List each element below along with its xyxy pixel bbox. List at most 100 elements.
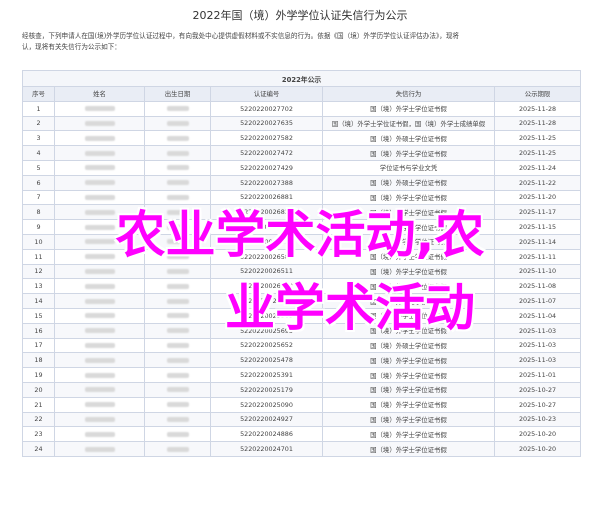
cell-number: 22 bbox=[22, 411, 55, 428]
redacted-mark bbox=[84, 254, 115, 260]
redacted-mark bbox=[84, 416, 115, 422]
page-title: 2022年国（境）外学学位认证失信行为公示 bbox=[192, 9, 408, 22]
redacted-mark bbox=[166, 283, 189, 289]
cell-birthdate bbox=[144, 248, 211, 265]
cell-cert-id: 5220220025478 bbox=[210, 352, 323, 369]
cell-number: 4 bbox=[22, 145, 55, 161]
redacted-mark bbox=[84, 120, 115, 126]
cell-violation: 国（境）外学士学位证书假 bbox=[322, 204, 495, 221]
cell-name bbox=[54, 100, 145, 117]
cell-cert-id: 5220220025391 bbox=[210, 367, 323, 383]
cell-number: 6 bbox=[22, 174, 55, 191]
cell-birthdate bbox=[144, 130, 211, 147]
cell-period: 2025-11-08 bbox=[493, 278, 582, 295]
cell-name bbox=[54, 174, 145, 191]
cell-birthdate bbox=[144, 307, 211, 324]
table-caption: 2022年公示 bbox=[21, 70, 582, 87]
cell-violation: 国（境）外学士学位证书假 bbox=[322, 322, 495, 339]
redacted-mark bbox=[84, 402, 115, 408]
table-row: 8 5220220026824 国（境）外学士学位证书假 2025-11-17 bbox=[22, 204, 582, 221]
cell-cert-id: 5220220024927 bbox=[210, 411, 323, 428]
redacted-mark bbox=[166, 402, 189, 408]
redacted-mark bbox=[166, 254, 189, 260]
cell-period: 2025-11-03 bbox=[493, 337, 582, 354]
cell-name bbox=[54, 381, 145, 398]
cell-period: 2025-11-25 bbox=[493, 145, 582, 161]
redacted-mark bbox=[84, 357, 115, 363]
cell-birthdate bbox=[144, 219, 211, 235]
cell-period: 2025-11-20 bbox=[493, 189, 582, 206]
cell-cert-id: 5220220026824 bbox=[210, 204, 323, 221]
cell-birthdate bbox=[144, 396, 211, 413]
table-row: 24 5220220024701 国（境）外学士学位证书假 2025-10-20 bbox=[22, 441, 582, 457]
cell-number: 5 bbox=[22, 159, 55, 176]
redacted-mark bbox=[166, 372, 189, 378]
table-row: 22 5220220024927 国（境）外学士学位证书假 2025-10-23 bbox=[22, 411, 582, 428]
col-header-period: 公示期限 bbox=[493, 86, 582, 102]
cell-name bbox=[54, 130, 145, 147]
cell-period: 2025-11-11 bbox=[493, 248, 582, 265]
redacted-mark bbox=[84, 165, 115, 171]
cell-name bbox=[54, 263, 145, 280]
col-header-violation: 失信行为 bbox=[322, 86, 495, 102]
redacted-mark bbox=[84, 431, 115, 437]
cell-violation: 学位证书与学业文凭 bbox=[322, 159, 495, 176]
cell-violation: 国（境）外学士学位证书假 bbox=[322, 381, 495, 398]
cell-number: 16 bbox=[22, 322, 55, 339]
cell-cert-id: 5220220026588 bbox=[210, 248, 323, 265]
cell-number: 9 bbox=[22, 219, 55, 235]
redacted-mark bbox=[84, 446, 115, 452]
cell-cert-id: 5220220026706 bbox=[210, 219, 323, 235]
cell-birthdate bbox=[144, 441, 211, 457]
cell-violation: 国（境）外学士学位证书假 bbox=[322, 352, 495, 369]
cell-violation: 国（境）外学士学位证书假 bbox=[322, 233, 495, 250]
redacted-mark bbox=[84, 328, 115, 334]
redacted-mark bbox=[84, 342, 115, 348]
cell-violation: 国（境）外学士学位证书假 bbox=[322, 219, 495, 235]
cell-number: 3 bbox=[22, 130, 55, 147]
cell-cert-id: 5220220027582 bbox=[210, 130, 323, 147]
redacted-mark bbox=[84, 239, 115, 245]
cell-violation: 国（境）外学士学位证书假 bbox=[322, 396, 495, 413]
cell-cert-id: 5220220027472 bbox=[210, 145, 323, 161]
cell-violation: 国（境）外学士学位证书假，国（境）外学士成绩单假 bbox=[322, 115, 495, 132]
table-row: 18 5220220025478 国（境）外学士学位证书假 2025-11-03 bbox=[22, 352, 582, 369]
cell-cert-id: 5220220024886 bbox=[210, 426, 323, 443]
redacted-mark bbox=[84, 224, 115, 230]
table-row: 15 5220220025969 国（境）外学士学位证书假 2025-11-04 bbox=[22, 307, 582, 324]
cell-violation: 国（境）外学士学位证书假 bbox=[322, 307, 495, 324]
cell-name bbox=[54, 337, 145, 354]
cell-number: 1 bbox=[22, 100, 55, 117]
table-row: 12 5220220026511 国（境）外学士学位证书假 2025-11-10 bbox=[22, 263, 582, 280]
cell-name bbox=[54, 248, 145, 265]
table-row: 10 5220220026610 国（境）外学士学位证书假 2025-11-14 bbox=[22, 233, 582, 250]
redacted-mark bbox=[84, 106, 115, 112]
cell-number: 2 bbox=[22, 115, 55, 132]
redacted-mark bbox=[166, 194, 189, 200]
cell-violation: 国（境）外学士学位证书假 bbox=[322, 293, 495, 309]
table-row: 19 5220220025391 国（境）外学士学位证书假 2025-11-01 bbox=[22, 367, 582, 383]
redacted-mark bbox=[166, 106, 189, 112]
intro-text: 经核查，下列申请人在国(境)外学历学位认证过程中，有向我处中心提供虚假材料或不实… bbox=[22, 31, 582, 53]
cell-name bbox=[54, 322, 145, 339]
cell-birthdate bbox=[144, 174, 211, 191]
cell-birthdate bbox=[144, 367, 211, 383]
cell-cert-id: 5220220027635 bbox=[210, 115, 323, 132]
cell-number: 7 bbox=[22, 189, 55, 206]
cell-number: 20 bbox=[22, 381, 55, 398]
cell-violation: 国（境）外学士学位证书假 bbox=[322, 411, 495, 428]
cell-number: 8 bbox=[22, 204, 55, 221]
cell-violation: 国（境）外硕士学位证书假 bbox=[322, 337, 495, 354]
cell-cert-id: 5220220025090 bbox=[210, 396, 323, 413]
redacted-mark bbox=[84, 268, 115, 274]
cell-number: 23 bbox=[22, 426, 55, 443]
cell-period: 2025-11-04 bbox=[493, 307, 582, 324]
cell-cert-id: 5220220026215 bbox=[210, 293, 323, 309]
table-body: 1 5220220027702 国（境）外学士学位证书假 2025-11-28 2 522… bbox=[22, 100, 582, 457]
cell-period: 2025-11-01 bbox=[493, 367, 582, 383]
redacted-mark bbox=[84, 372, 115, 378]
table-row: 4 5220220027472 国（境）外学士学位证书假 2025-11-25 bbox=[22, 145, 582, 161]
cell-cert-id: 5220220024701 bbox=[210, 441, 323, 457]
redacted-mark bbox=[166, 298, 189, 304]
redacted-mark bbox=[166, 165, 189, 171]
